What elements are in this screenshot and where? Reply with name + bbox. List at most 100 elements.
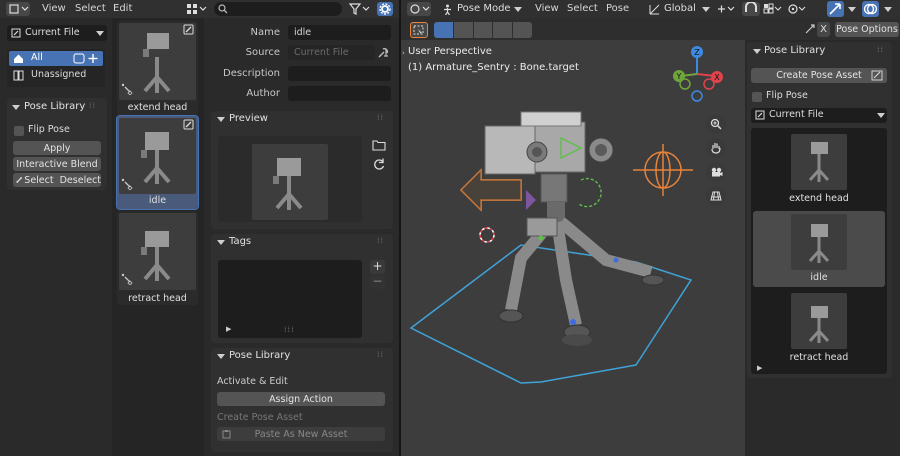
- author-field[interactable]: [288, 86, 391, 101]
- pivot-icon[interactable]: [716, 2, 736, 16]
- search-icon: [218, 4, 228, 14]
- asset-tile-retract-head[interactable]: retract head: [117, 211, 198, 305]
- search-input[interactable]: [214, 2, 342, 16]
- panel-collapse-icon[interactable]: [12, 105, 20, 110]
- interactive-blend-button[interactable]: Interactive Blend: [13, 157, 101, 171]
- flip-pose-checkbox-viewport[interactable]: [752, 92, 762, 102]
- panel-collapse-icon[interactable]: [217, 117, 225, 122]
- perspective-toggle-icon[interactable]: [706, 186, 726, 206]
- gear-icon[interactable]: [377, 2, 393, 16]
- name-field[interactable]: idle: [288, 25, 391, 40]
- ik-arrow-bone[interactable]: [459, 168, 522, 212]
- n-panel-icon[interactable]: [803, 22, 817, 36]
- flip-pose-checkbox-left[interactable]: [14, 126, 24, 136]
- deselect-button[interactable]: Deselect: [60, 175, 101, 186]
- chevron-down-icon[interactable]: [848, 7, 856, 12]
- orientation-select[interactable]: Global: [647, 1, 710, 17]
- select-new-icon[interactable]: [434, 22, 453, 38]
- preview-frame: [218, 136, 362, 222]
- folder-icon[interactable]: [372, 139, 386, 151]
- viewport-menu-pose[interactable]: Pose: [606, 3, 629, 14]
- paste-as-new-asset-button[interactable]: Paste As New Asset: [217, 427, 385, 441]
- pan-hand-icon[interactable]: [706, 138, 726, 158]
- asset-label: retract head: [789, 352, 849, 363]
- mode-select[interactable]: Pose Mode: [439, 1, 522, 17]
- toolbar-expand-icon[interactable]: ›: [402, 49, 405, 57]
- 3d-cursor-icon[interactable]: [479, 227, 495, 243]
- tags-list[interactable]: ▶ ⁞⁞⁞: [218, 260, 362, 338]
- asset-tile-extend-head[interactable]: extend head: [117, 21, 198, 115]
- chevron-down-icon[interactable]: [884, 7, 892, 12]
- camera-view-icon[interactable]: [706, 162, 726, 182]
- resize-handle-icon[interactable]: ⁞⁞⁞: [284, 325, 295, 334]
- viewport-header: Pose Mode View Select Pose Global: [401, 0, 900, 18]
- panel-collapse-icon[interactable]: [753, 49, 761, 54]
- editor-type-icon[interactable]: [6, 2, 30, 16]
- description-field[interactable]: [288, 66, 391, 81]
- menu-edit[interactable]: Edit: [113, 3, 132, 14]
- library-select-viewport[interactable]: Current File: [751, 108, 887, 123]
- snap-icon[interactable]: [742, 1, 760, 16]
- asset-grid: extend head idle retract head: [112, 18, 204, 456]
- tags-panel: Tags ⁞⁞ ▶ ⁞⁞⁞ + −: [211, 234, 393, 343]
- filter-icon[interactable]: [348, 2, 372, 16]
- chevron-down-icon: [702, 7, 710, 12]
- close-button[interactable]: X: [817, 22, 830, 37]
- display-mode-icon[interactable]: [184, 2, 208, 16]
- select-button[interactable]: Select: [24, 175, 53, 186]
- gizmo-toggle-icon[interactable]: [827, 1, 844, 17]
- viewport-menu-select[interactable]: Select: [567, 3, 598, 14]
- tags-title: Tags: [229, 236, 252, 247]
- drag-handle-icon[interactable]: ⁞⁞: [377, 113, 384, 122]
- drag-handle-icon[interactable]: ⁞⁞: [377, 236, 384, 245]
- select-intersect-icon[interactable]: [513, 22, 532, 38]
- drag-handle-icon[interactable]: ⁞⁞: [89, 101, 96, 110]
- select-extend-icon[interactable]: [453, 22, 473, 38]
- select-subtract-icon[interactable]: [473, 22, 493, 38]
- catalog-item-unassigned[interactable]: Unassigned: [9, 68, 103, 83]
- drag-handle-icon[interactable]: ⁞⁞: [877, 45, 884, 54]
- chevron-down-icon: [514, 7, 522, 12]
- viewport-editor-type-icon[interactable]: [407, 2, 431, 16]
- edit-asset-icon[interactable]: [183, 119, 194, 130]
- asset-tile-idle[interactable]: idle: [116, 115, 199, 210]
- asset-preview-image: [791, 134, 847, 190]
- wrench-icon[interactable]: [377, 47, 389, 59]
- preview-panel: Preview ⁞⁞: [211, 111, 393, 229]
- navigation-gizmo[interactable]: Z Y X: [663, 44, 731, 104]
- drag-handle-icon[interactable]: ⁞⁞: [377, 350, 384, 359]
- target-bone-sphere[interactable]: [633, 144, 693, 196]
- chevron-down-icon: [877, 113, 885, 118]
- zoom-icon[interactable]: [706, 114, 726, 134]
- sentry-robot-model[interactable]: [484, 111, 665, 346]
- snap-target-icon[interactable]: [762, 2, 782, 16]
- refresh-icon[interactable]: [372, 157, 386, 171]
- catalog-item-all[interactable]: All: [9, 51, 103, 66]
- viewport-asset-tile-retract-head[interactable]: retract head: [753, 290, 885, 368]
- viewport-asset-tile-idle[interactable]: idle: [753, 211, 885, 287]
- viewport-3d[interactable]: Pose Mode View Select Pose Global X Pose…: [401, 0, 900, 456]
- menu-select[interactable]: Select: [75, 3, 106, 14]
- pose-options-button[interactable]: Pose Options: [835, 22, 899, 37]
- add-tag-button[interactable]: +: [370, 260, 385, 274]
- source-field[interactable]: Current File: [288, 45, 375, 60]
- create-pose-asset-button[interactable]: Create Pose Asset: [751, 68, 887, 83]
- panel-collapse-icon[interactable]: [217, 240, 225, 245]
- library-select[interactable]: Current File: [7, 25, 107, 41]
- panel-collapse-icon[interactable]: [217, 354, 225, 359]
- select-invert-icon[interactable]: [493, 22, 513, 38]
- remove-tag-button[interactable]: −: [370, 275, 385, 289]
- viewport-asset-tile-extend-head[interactable]: extend head: [753, 130, 885, 208]
- tool-select-box-icon[interactable]: [410, 22, 428, 38]
- overlays-toggle-icon[interactable]: [862, 1, 879, 17]
- menu-view[interactable]: View: [42, 3, 66, 14]
- proportional-edit-icon[interactable]: [787, 2, 807, 16]
- assign-action-button[interactable]: Assign Action: [217, 392, 385, 406]
- expand-arrow-icon[interactable]: ▶: [757, 364, 762, 372]
- apply-button[interactable]: Apply: [13, 141, 101, 155]
- catalog-new-icon[interactable]: [73, 53, 101, 64]
- create-pose-asset-label: Create Pose Asset: [776, 70, 862, 81]
- expand-arrow-icon[interactable]: ▶: [226, 325, 231, 333]
- viewport-menu-view[interactable]: View: [535, 3, 559, 14]
- edit-asset-icon[interactable]: [183, 24, 194, 35]
